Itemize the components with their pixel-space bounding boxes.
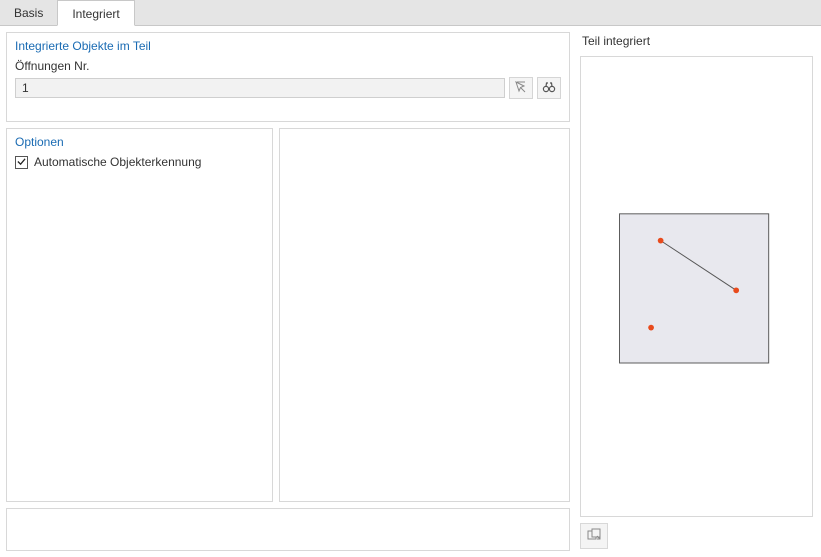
preview-point (648, 325, 654, 331)
left-column: Integrierte Objekte im Teil Öffnungen Nr… (0, 26, 576, 557)
options-panel: Optionen Automatische Objekterkennung (6, 128, 273, 502)
preview-svg (581, 57, 812, 516)
preview-area (580, 56, 813, 517)
preview-title: Teil integriert (582, 34, 813, 48)
binoculars-icon (542, 80, 556, 97)
tab-basis[interactable]: Basis (0, 0, 57, 25)
blank-panel (279, 128, 570, 502)
checkmark-icon (17, 155, 26, 169)
content-area: Integrierte Objekte im Teil Öffnungen Nr… (0, 26, 821, 557)
preview-toolbar (580, 521, 813, 551)
openings-label: Öffnungen Nr. (15, 59, 561, 73)
pick-button[interactable] (509, 77, 533, 99)
preview-shape-rect (620, 214, 769, 363)
integrated-objects-panel: Integrierte Objekte im Teil Öffnungen Nr… (6, 32, 570, 122)
integrated-objects-title: Integrierte Objekte im Teil (15, 39, 561, 53)
tab-integriert[interactable]: Integriert (57, 0, 134, 26)
auto-detect-row: Automatische Objekterkennung (15, 155, 264, 169)
find-button[interactable] (537, 77, 561, 99)
mid-row: Optionen Automatische Objekterkennung (6, 128, 570, 502)
options-title: Optionen (15, 135, 264, 149)
preview-point (733, 287, 739, 293)
auto-detect-label: Automatische Objekterkennung (34, 155, 201, 169)
tab-integriert-label: Integriert (72, 7, 119, 21)
openings-input-row (15, 77, 561, 99)
tab-basis-label: Basis (14, 6, 43, 20)
auto-detect-checkbox[interactable] (15, 156, 28, 169)
copy-properties-button[interactable] (580, 523, 608, 549)
openings-input[interactable] (15, 78, 505, 98)
preview-point (658, 238, 664, 244)
bottom-panel (6, 508, 570, 551)
tab-bar: Basis Integriert (0, 0, 821, 26)
right-column: Teil integriert (576, 26, 821, 557)
copy-properties-icon (586, 527, 602, 546)
cursor-arrow-icon (514, 80, 528, 97)
